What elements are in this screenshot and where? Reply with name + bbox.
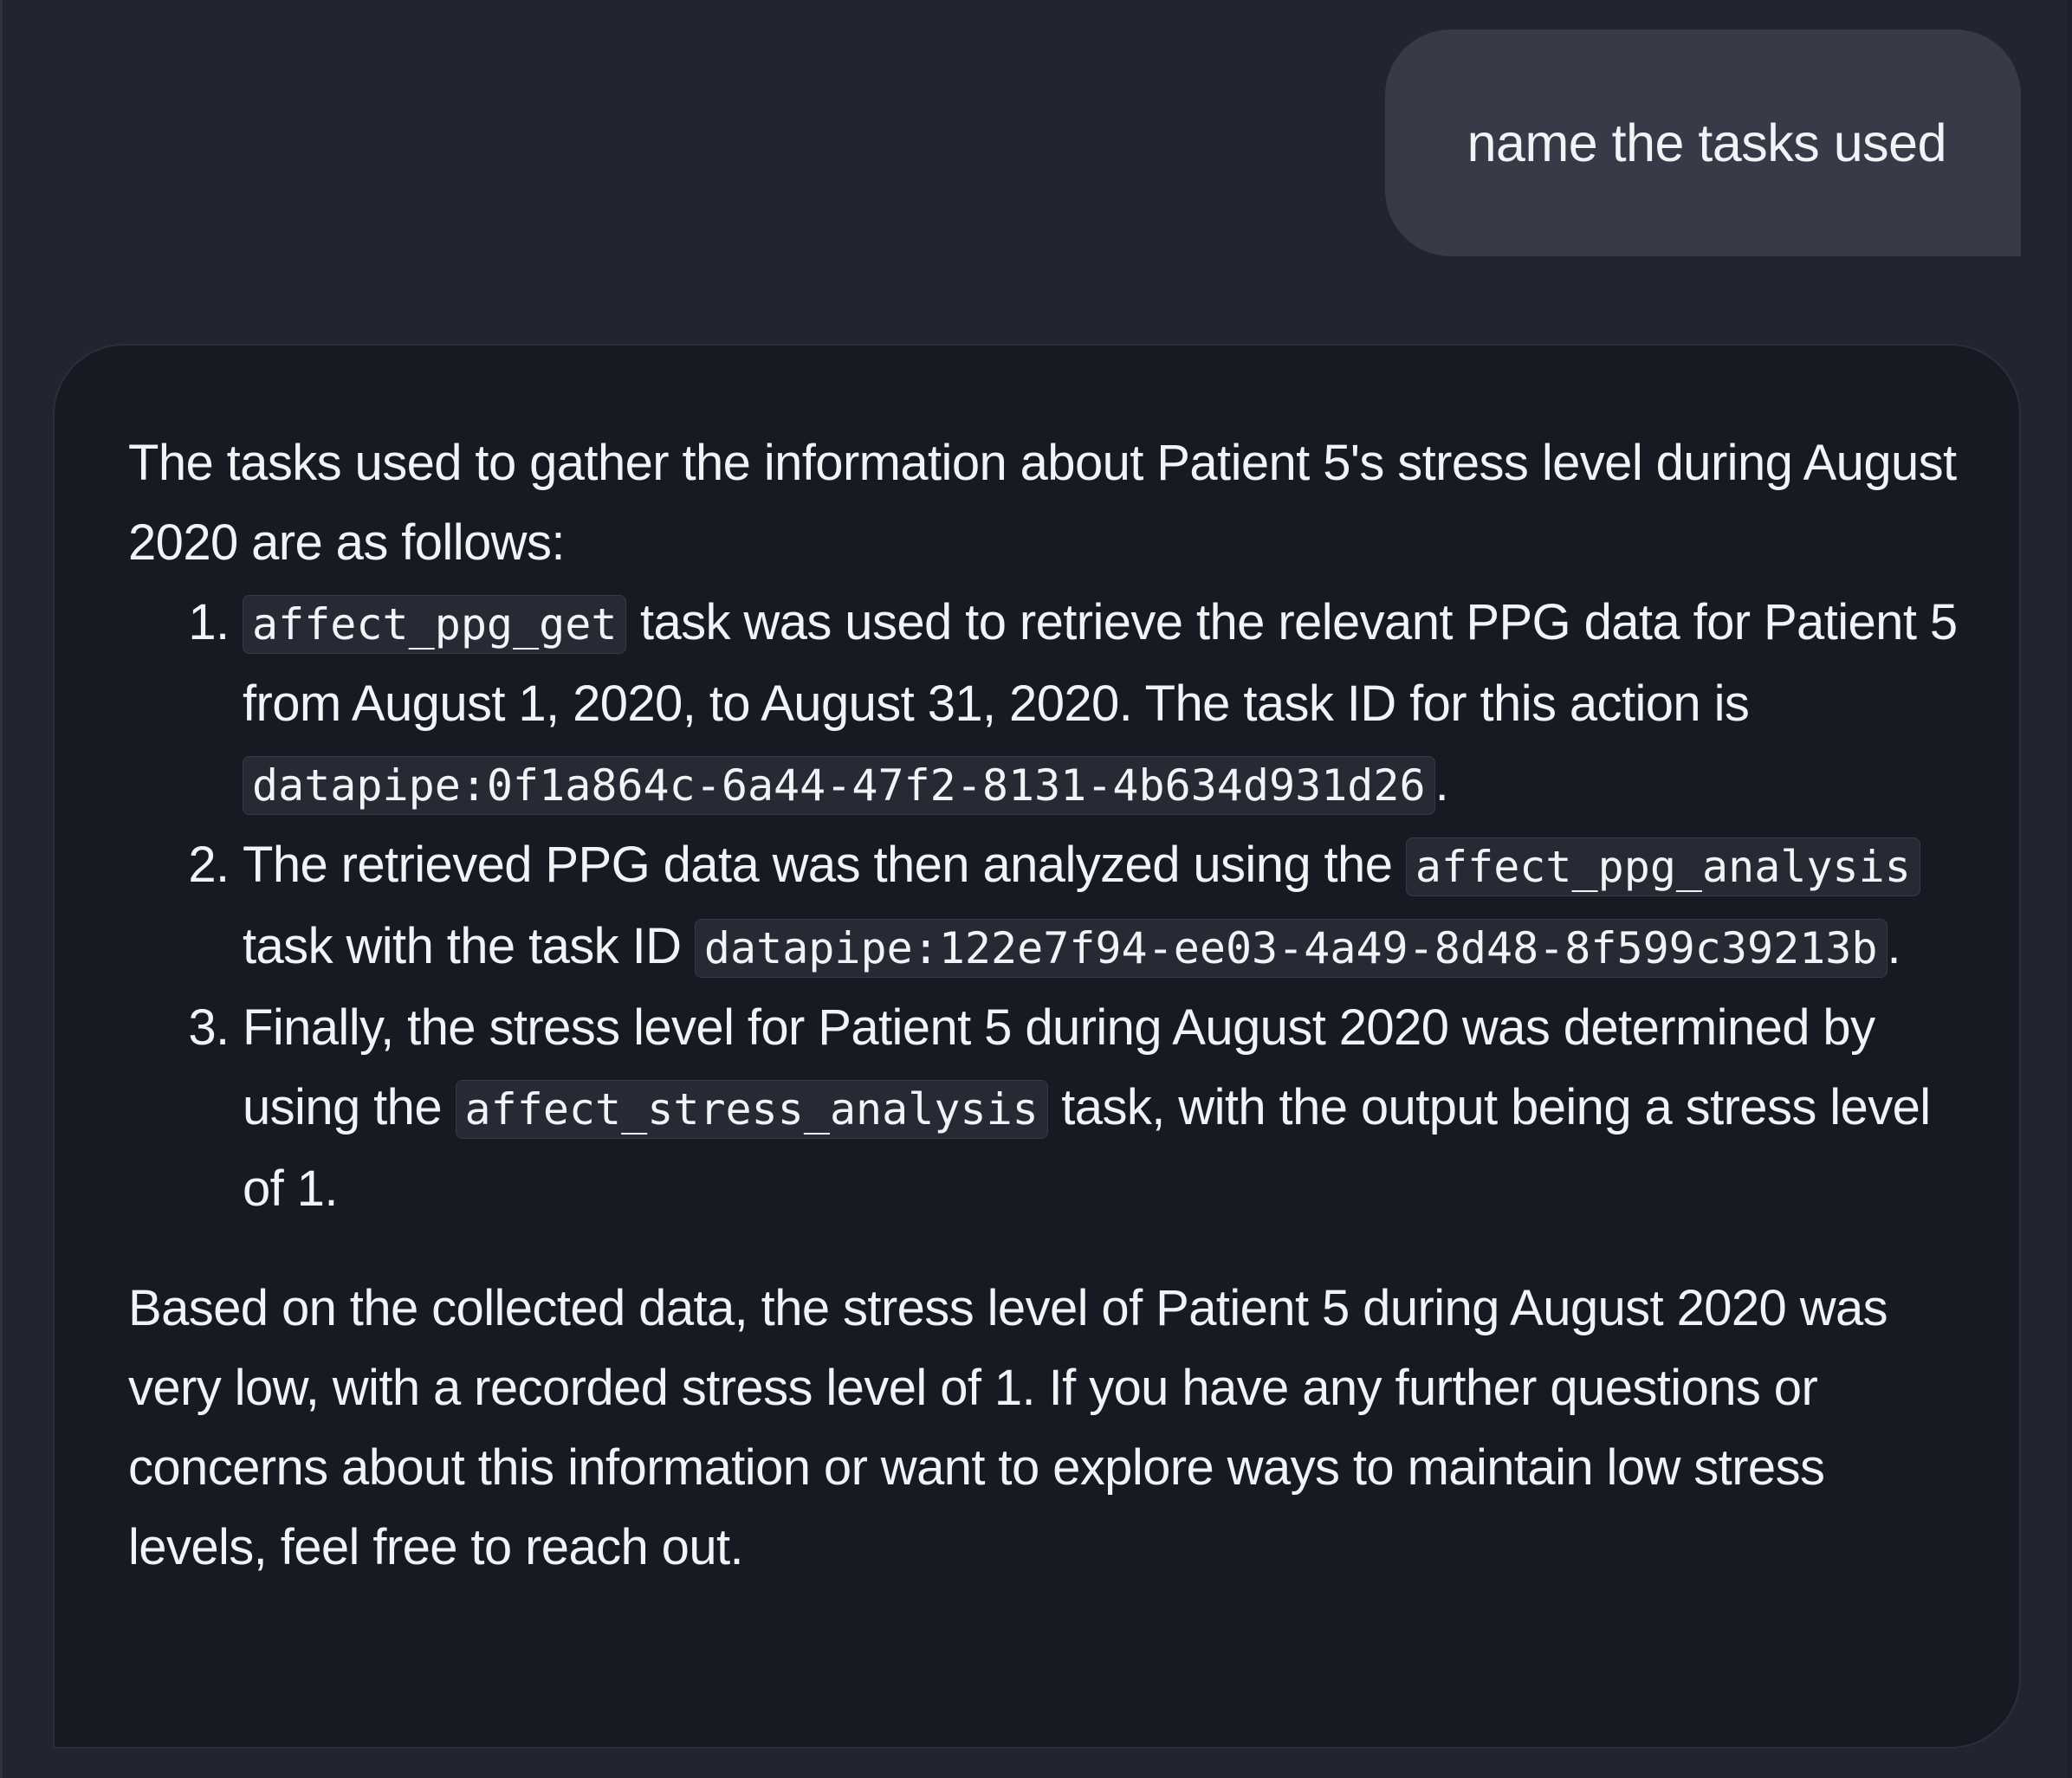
user-message-text: name the tasks used [1467, 113, 1947, 172]
chat-area: name the tasks used The tasks used to ga… [0, 0, 2072, 1778]
inline-code-task-name: affect_stress_analysis [455, 1080, 1048, 1139]
window-edge [2067, 0, 2072, 1778]
user-message-bubble: name the tasks used [1385, 29, 2021, 256]
task-description: task with the task ID [243, 918, 695, 974]
task-description: The retrieved PPG data was then analyzed… [243, 837, 1406, 893]
inline-code-task-name: affect_ppg_get [243, 595, 627, 654]
task-list-item: affect_ppg_get task was used to retrieve… [243, 583, 1973, 825]
task-list-item: Finally, the stress level for Patient 5 … [243, 988, 1973, 1229]
assistant-intro-paragraph: The tasks used to gather the information… [128, 435, 1957, 571]
sentence-end: . [1434, 755, 1449, 811]
inline-code-task-id: datapipe:0f1a864c-6a44-47f2-8131-4b634d9… [243, 756, 1435, 815]
assistant-conclusion-paragraph: Based on the collected data, the stress … [128, 1280, 1888, 1575]
assistant-message-bubble: The tasks used to gather the information… [53, 344, 2021, 1749]
task-list-item: The retrieved PPG data was then analyzed… [243, 825, 1973, 988]
task-list: affect_ppg_get task was used to retrieve… [128, 583, 1973, 1229]
assistant-message-content: The tasks used to gather the information… [128, 423, 1973, 1587]
inline-code-task-name: affect_ppg_analysis [1405, 837, 1920, 896]
inline-code-task-id: datapipe:122e7f94-ee03-4a49-8d48-8f599c3… [694, 919, 1887, 978]
sentence-end: . [1887, 918, 1901, 974]
